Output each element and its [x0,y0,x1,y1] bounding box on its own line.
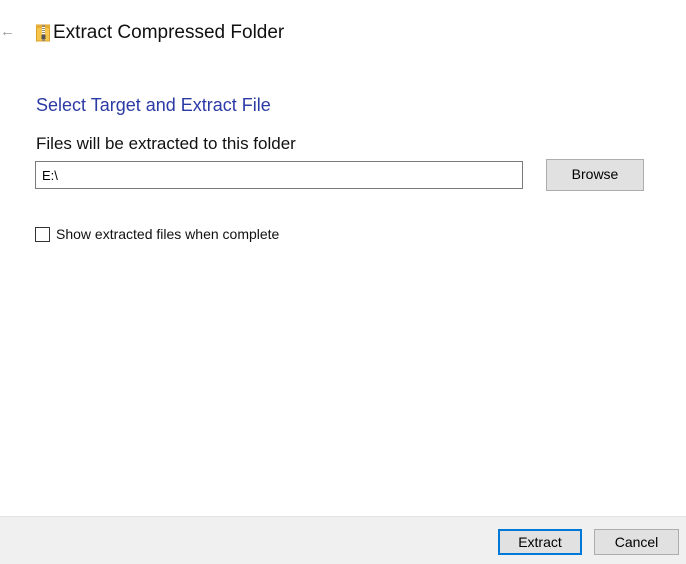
browse-button[interactable]: Browse [546,159,644,191]
show-extracted-files-option[interactable]: Show extracted files when complete [35,226,279,242]
window-title-bar: Extract Compressed Folder [36,20,284,46]
show-extracted-files-label: Show extracted files when complete [56,226,280,242]
show-extracted-files-checkbox[interactable] [35,226,50,242]
cancel-button[interactable]: Cancel [594,529,679,555]
section-heading: Select Target and Extract File [36,95,271,115]
window-title: Extract Compressed Folder [53,22,285,43]
zip-folder-icon [36,24,51,42]
destination-path-input[interactable] [35,161,523,189]
dialog-footer: Extract Cancel [0,516,686,564]
extract-button[interactable]: Extract [498,529,582,555]
destination-label: Files will be extracted to this folder [36,134,296,153]
back-arrow-icon[interactable]: ← [0,22,16,42]
